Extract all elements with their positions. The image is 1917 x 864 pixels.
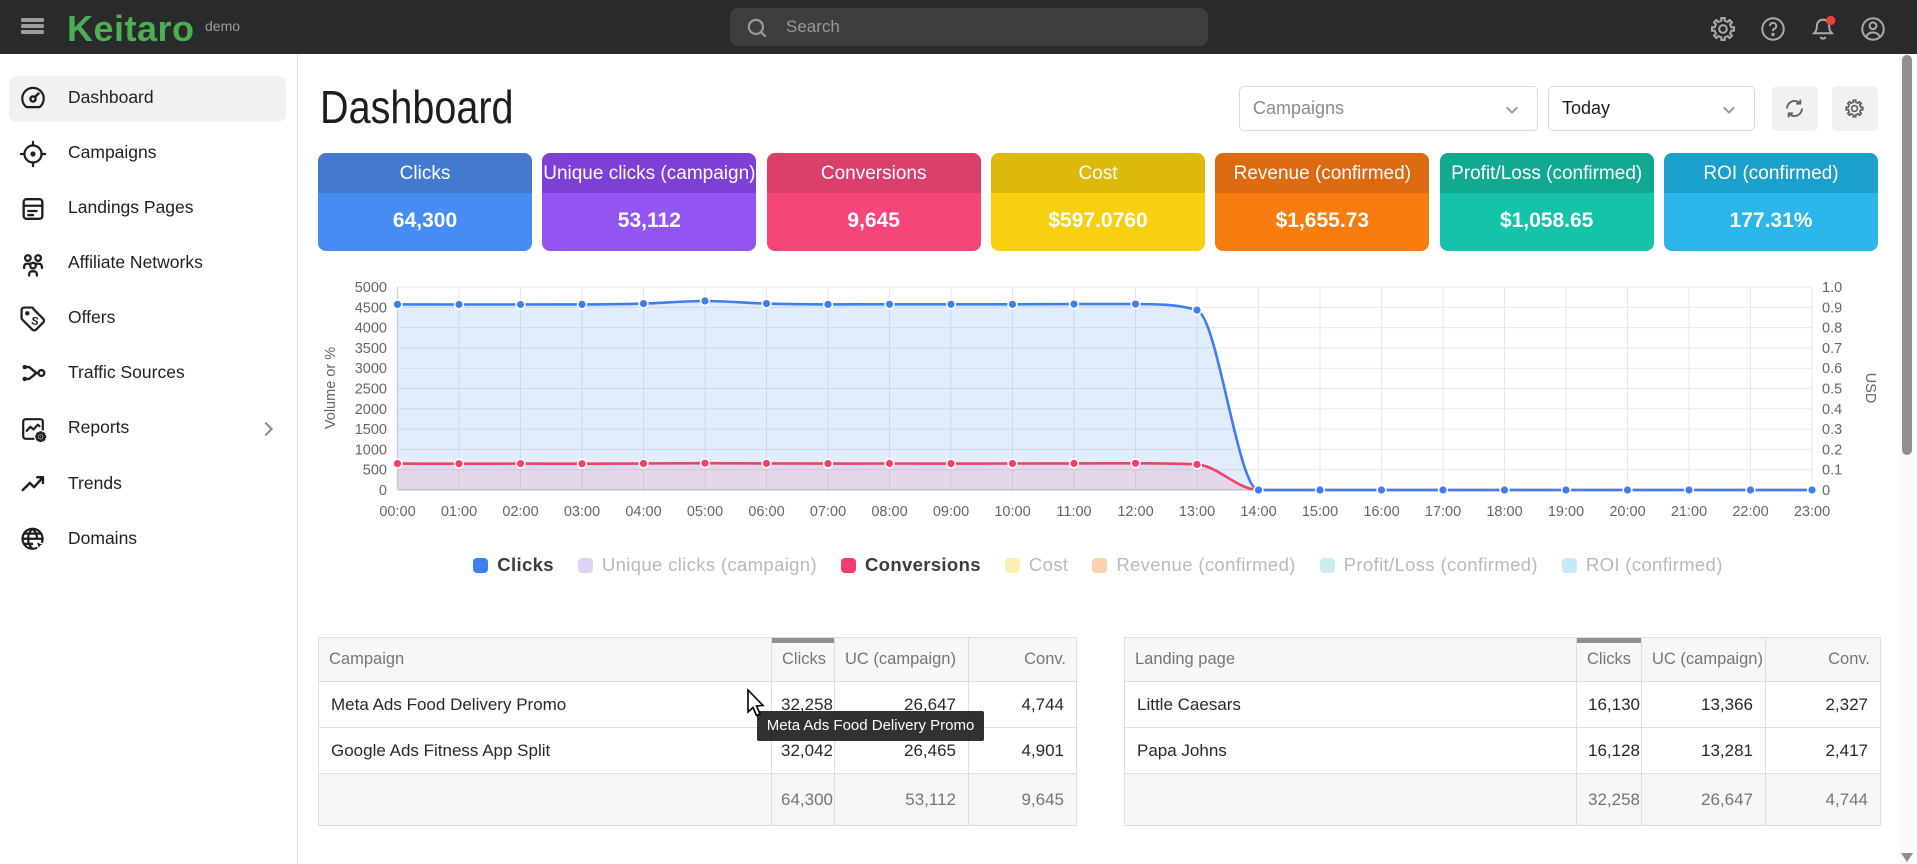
svg-text:06:00: 06:00 bbox=[748, 504, 784, 520]
svg-text:17:00: 17:00 bbox=[1425, 504, 1461, 520]
svg-text:18:00: 18:00 bbox=[1486, 504, 1522, 520]
svg-text:11:00: 11:00 bbox=[1056, 504, 1091, 520]
svg-text:0.5: 0.5 bbox=[1822, 382, 1842, 398]
svg-text:1500: 1500 bbox=[355, 422, 387, 438]
svg-text:21:00: 21:00 bbox=[1671, 504, 1707, 520]
svg-text:09:00: 09:00 bbox=[933, 504, 969, 520]
svg-text:0.8: 0.8 bbox=[1822, 321, 1842, 337]
svg-text:08:00: 08:00 bbox=[871, 504, 907, 520]
svg-text:23:00: 23:00 bbox=[1794, 504, 1830, 520]
svg-text:0.6: 0.6 bbox=[1822, 361, 1842, 377]
svg-text:2500: 2500 bbox=[355, 382, 387, 398]
svg-text:00:00: 00:00 bbox=[379, 504, 415, 520]
svg-text:0.1: 0.1 bbox=[1822, 463, 1842, 479]
svg-text:5000: 5000 bbox=[355, 280, 387, 296]
svg-text:03:00: 03:00 bbox=[564, 504, 600, 520]
svg-text:13:00: 13:00 bbox=[1179, 504, 1215, 520]
svg-text:12:00: 12:00 bbox=[1117, 504, 1153, 520]
svg-text:22:00: 22:00 bbox=[1732, 504, 1768, 520]
svg-text:0: 0 bbox=[379, 483, 387, 499]
svg-text:1000: 1000 bbox=[355, 442, 387, 458]
svg-text:04:00: 04:00 bbox=[625, 504, 661, 520]
svg-text:05:00: 05:00 bbox=[687, 504, 723, 520]
svg-text:0.2: 0.2 bbox=[1822, 442, 1842, 458]
svg-text:0.9: 0.9 bbox=[1822, 300, 1842, 316]
svg-text:4000: 4000 bbox=[355, 321, 387, 337]
svg-text:Volume or %: Volume or % bbox=[323, 347, 339, 429]
svg-text:07:00: 07:00 bbox=[810, 504, 846, 520]
svg-text:500: 500 bbox=[363, 463, 387, 479]
svg-text:0.4: 0.4 bbox=[1822, 402, 1842, 418]
svg-text:USD: USD bbox=[1862, 373, 1878, 404]
svg-text:01:00: 01:00 bbox=[441, 504, 477, 520]
svg-text:14:00: 14:00 bbox=[1240, 504, 1276, 520]
svg-text:20:00: 20:00 bbox=[1609, 504, 1645, 520]
svg-text:15:00: 15:00 bbox=[1302, 504, 1338, 520]
svg-text:2000: 2000 bbox=[355, 402, 387, 418]
svg-text:0: 0 bbox=[1822, 483, 1830, 499]
svg-text:4500: 4500 bbox=[355, 300, 387, 316]
svg-text:02:00: 02:00 bbox=[502, 504, 538, 520]
svg-text:1.0: 1.0 bbox=[1822, 280, 1842, 296]
svg-text:16:00: 16:00 bbox=[1363, 504, 1399, 520]
svg-text:10:00: 10:00 bbox=[994, 504, 1030, 520]
svg-text:0.7: 0.7 bbox=[1822, 341, 1842, 357]
svg-text:3000: 3000 bbox=[355, 361, 387, 377]
svg-text:3500: 3500 bbox=[355, 341, 387, 357]
svg-text:0.3: 0.3 bbox=[1822, 422, 1842, 438]
svg-text:19:00: 19:00 bbox=[1548, 504, 1584, 520]
